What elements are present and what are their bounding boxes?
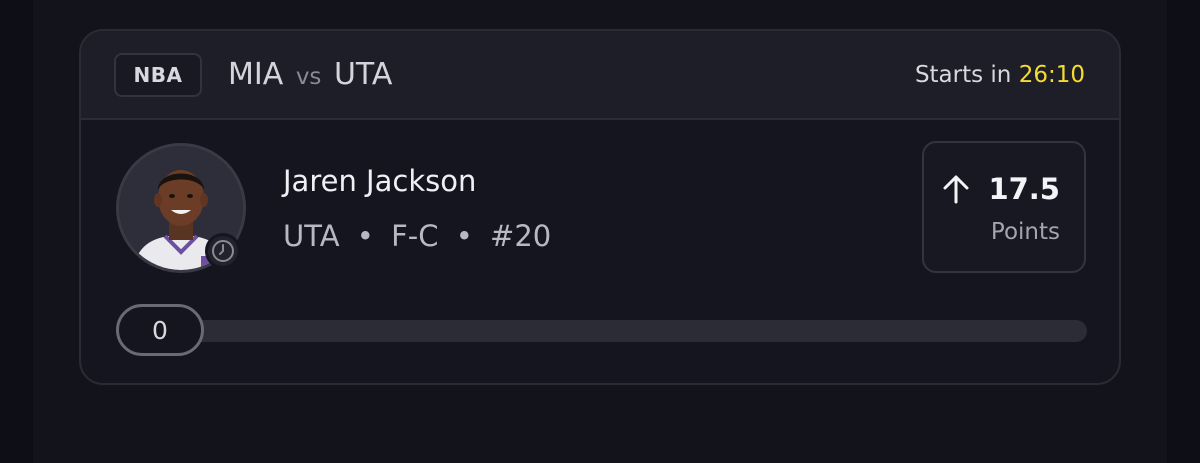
meta-separator: • bbox=[455, 219, 473, 253]
line-value: 17.5 bbox=[988, 172, 1060, 206]
starts-label: Starts in bbox=[914, 62, 1012, 88]
line-stat-label: Points bbox=[990, 219, 1060, 245]
vs-label: vs bbox=[295, 64, 322, 90]
league-badge: NBA bbox=[114, 53, 202, 97]
player-position: F-C bbox=[391, 219, 439, 253]
home-team: UTA bbox=[333, 57, 393, 92]
start-countdown: Starts in 26:10 bbox=[915, 59, 1085, 91]
player-name: Jaren Jackson bbox=[283, 164, 477, 198]
player-number: #20 bbox=[490, 219, 552, 253]
arrow-up-icon bbox=[942, 174, 970, 204]
countdown-timer: 26:10 bbox=[1018, 62, 1085, 88]
player-team: UTA bbox=[283, 219, 340, 253]
meta-separator: • bbox=[356, 219, 374, 253]
card-header: NBA MIA vs UTA Starts in 26:10 bbox=[81, 31, 1119, 120]
prop-line-button[interactable]: 17.5 Points bbox=[922, 141, 1086, 273]
progress-track bbox=[161, 320, 1087, 342]
clock-icon bbox=[205, 233, 241, 269]
progress-current: 0 bbox=[116, 304, 204, 356]
away-team: MIA bbox=[228, 57, 284, 92]
player-meta: UTA • F-C • #20 bbox=[283, 217, 551, 255]
matchup: MIA vs UTA bbox=[228, 55, 392, 97]
prop-card[interactable]: NBA MIA vs UTA Starts in 26:10 Jaren Jac… bbox=[79, 29, 1121, 385]
line-value-row: 17.5 bbox=[942, 171, 1060, 207]
